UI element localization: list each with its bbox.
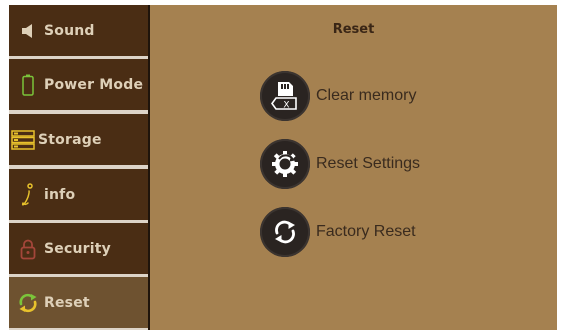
info-icon xyxy=(16,182,40,207)
refresh-icon xyxy=(16,291,40,315)
sidebar-item-storage[interactable]: Storage xyxy=(9,114,148,165)
sidebar-item-label: Sound xyxy=(44,22,95,39)
action-label: Clear memory xyxy=(316,87,417,104)
sd-card-clear-icon: X xyxy=(260,71,310,121)
action-label: Factory Reset xyxy=(316,223,416,240)
speaker-icon xyxy=(16,19,40,43)
page-title: Reset xyxy=(332,22,375,37)
battery-icon xyxy=(16,73,40,97)
svg-text:X: X xyxy=(283,101,289,111)
settings-window: Sound Power Mode Storage info Security R… xyxy=(9,5,557,330)
sidebar-item-power-mode[interactable]: Power Mode xyxy=(9,59,148,110)
lock-icon xyxy=(16,237,40,261)
sidebar-item-info[interactable]: info xyxy=(9,169,148,220)
sidebar-item-security[interactable]: Security xyxy=(9,223,148,274)
sidebar-item-label: info xyxy=(44,186,76,203)
sidebar: Sound Power Mode Storage info Security R… xyxy=(9,5,150,330)
sidebar-item-label: Storage xyxy=(38,131,102,148)
action-label: Reset Settings xyxy=(316,155,421,172)
clear-memory-button[interactable]: X Clear memory xyxy=(260,71,416,121)
factory-reset-button[interactable]: Factory Reset xyxy=(260,207,416,257)
sidebar-item-label: Security xyxy=(44,240,111,257)
storage-icon xyxy=(10,128,36,152)
sidebar-item-reset[interactable]: Reset xyxy=(9,277,148,328)
sidebar-item-sound[interactable]: Sound xyxy=(9,5,148,56)
sidebar-item-label: Reset xyxy=(44,294,90,311)
sidebar-item-label: Power Mode xyxy=(44,76,144,93)
gear-reset-icon xyxy=(260,139,310,189)
reset-panel: Reset X Clear memory Reset Settings Fact… xyxy=(150,5,557,330)
refresh-icon xyxy=(260,207,310,257)
reset-settings-button[interactable]: Reset Settings xyxy=(260,139,420,189)
